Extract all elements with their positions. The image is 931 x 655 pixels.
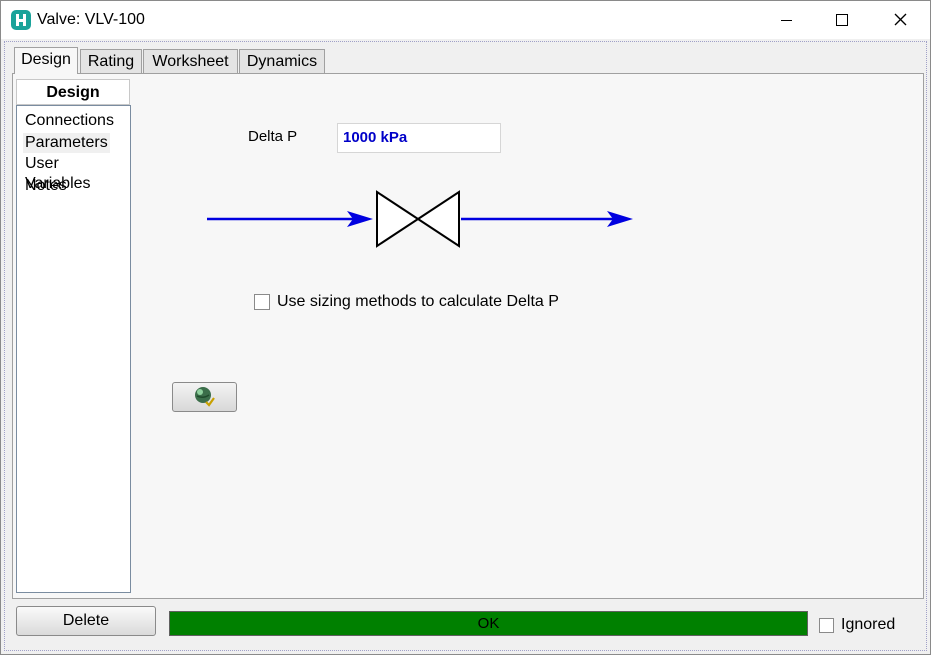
close-icon — [894, 13, 907, 26]
sidebar-item-user-variables[interactable]: User Variables — [23, 154, 130, 192]
globe-check-button[interactable] — [172, 382, 237, 412]
tab-rating[interactable]: Rating — [80, 49, 142, 73]
ignored-checkbox[interactable] — [819, 618, 834, 633]
sidebar-item-parameters[interactable]: Parameters — [23, 133, 110, 153]
globe-check-icon — [195, 387, 215, 407]
tab-design[interactable]: Design — [14, 47, 78, 74]
valve-window: Valve: VLV-100 Design Rating Worksheet D… — [0, 0, 931, 655]
delta-p-input[interactable]: 1000 kPa — [337, 123, 501, 153]
delta-p-label: Delta P — [248, 128, 298, 145]
sidebar-item-connections[interactable]: Connections — [23, 111, 116, 131]
minimize-icon — [781, 20, 792, 21]
tab-dynamics[interactable]: Dynamics — [239, 49, 325, 73]
outlet-stream-arrow — [461, 211, 633, 227]
sizing-methods-label[interactable]: Use sizing methods to calculate Delta P — [277, 293, 559, 311]
valve-icon[interactable] — [376, 190, 460, 248]
minimize-button[interactable] — [765, 1, 811, 39]
sidebar-item-notes[interactable]: Notes — [23, 176, 69, 196]
delete-button[interactable]: Delete — [16, 606, 156, 636]
title-bar[interactable]: Valve: VLV-100 — [1, 1, 930, 39]
valve-diagram — [207, 190, 633, 248]
sidebar-list: Connections Parameters User Variables No… — [16, 105, 131, 593]
maximize-button[interactable] — [819, 1, 865, 39]
app-logo-icon — [11, 10, 31, 30]
status-bar: OK — [169, 611, 808, 636]
ignored-label[interactable]: Ignored — [841, 616, 895, 634]
sidebar-header: Design — [16, 79, 130, 105]
close-button[interactable] — [877, 1, 923, 39]
maximize-icon — [836, 14, 848, 26]
sizing-methods-checkbox[interactable] — [254, 294, 270, 310]
tab-worksheet[interactable]: Worksheet — [143, 49, 238, 73]
inlet-stream-arrow — [207, 211, 373, 227]
window-title: Valve: VLV-100 — [37, 11, 145, 28]
